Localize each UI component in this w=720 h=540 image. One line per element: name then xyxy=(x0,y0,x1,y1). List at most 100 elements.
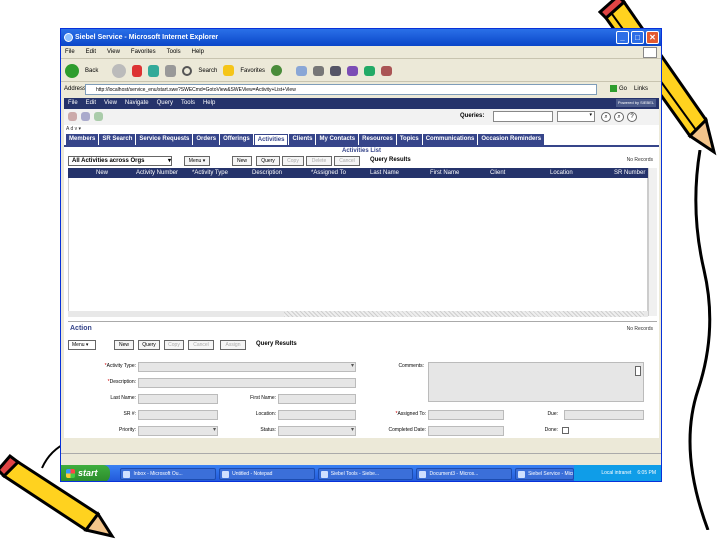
maximize-button[interactable]: □ xyxy=(631,31,644,44)
search-icon[interactable]: ⌕ xyxy=(614,112,624,122)
advanced-link[interactable]: A d v ▾ xyxy=(66,126,81,132)
app-menu-query[interactable]: Query xyxy=(157,98,173,109)
col-description[interactable]: Description xyxy=(252,168,282,178)
tab-activities[interactable]: Activities xyxy=(253,134,289,145)
done-checkbox[interactable] xyxy=(562,427,569,434)
col-assigned-to[interactable]: *Assigned To xyxy=(311,168,346,178)
scrollbar-thumb[interactable] xyxy=(284,311,644,317)
comments-field[interactable] xyxy=(428,362,644,402)
taskbar-item-notepad[interactable]: Untitled - Notepad xyxy=(219,467,315,480)
col-client[interactable]: Client xyxy=(490,168,505,178)
taskbar-item-document[interactable]: Document3 - Micros... xyxy=(416,467,513,480)
col-location[interactable]: Location xyxy=(550,168,573,178)
location-field[interactable] xyxy=(278,410,356,420)
page-horizontal-scrollbar[interactable] xyxy=(61,453,661,464)
priority-field[interactable] xyxy=(138,426,218,436)
address-input[interactable]: http://localhost/service_enu/start.swe?S… xyxy=(85,84,597,95)
list-cancel-button[interactable]: Cancel xyxy=(334,156,360,166)
form-cancel-button[interactable]: Cancel xyxy=(188,340,214,350)
col-new[interactable]: New xyxy=(96,168,108,178)
go-button[interactable]: Go xyxy=(610,84,627,95)
tab-service-requests[interactable]: Service Requests xyxy=(136,134,193,145)
completed-date-field[interactable] xyxy=(428,426,504,436)
query-input[interactable] xyxy=(493,111,553,122)
report-icon[interactable] xyxy=(94,112,103,121)
menu-favorites[interactable]: Favorites xyxy=(131,46,156,58)
home-icon[interactable] xyxy=(165,64,177,77)
favorites-label[interactable]: Favorites xyxy=(240,68,265,74)
tab-offerings[interactable]: Offerings xyxy=(220,134,253,145)
refresh-icon[interactable] xyxy=(148,64,160,77)
last-name-field[interactable] xyxy=(138,394,218,404)
tab-resources[interactable]: Resources xyxy=(359,134,396,145)
taskbar-item-inbox[interactable]: Inbox - Microsoft Ou... xyxy=(120,467,217,480)
start-button[interactable]: start xyxy=(61,465,111,481)
app-menu-tools[interactable]: Tools xyxy=(181,98,195,109)
favorites-star-icon[interactable] xyxy=(223,65,235,76)
tab-occasion-reminders[interactable]: Occasion Reminders xyxy=(478,134,545,145)
search-go-icon[interactable]: ⌕ xyxy=(601,112,611,122)
form-assign-button[interactable]: Assign xyxy=(220,340,246,350)
forward-arrow-icon[interactable] xyxy=(112,63,127,78)
print-icon[interactable] xyxy=(313,65,325,76)
menu-help[interactable]: Help xyxy=(192,46,204,58)
back-label[interactable]: Back xyxy=(85,68,98,74)
status-field[interactable] xyxy=(278,426,356,436)
col-activity-number[interactable]: Activity Number xyxy=(136,168,178,178)
links-label[interactable]: Links xyxy=(634,83,648,96)
close-button[interactable]: ✕ xyxy=(646,31,659,44)
back-arrow-icon[interactable] xyxy=(65,63,79,78)
form-new-button[interactable]: New xyxy=(114,340,134,350)
assigned-to-field[interactable] xyxy=(428,410,504,420)
col-activity-type[interactable]: *Activity Type xyxy=(192,168,228,178)
menu-file[interactable]: File xyxy=(65,46,75,58)
list-copy-button[interactable]: Copy xyxy=(282,156,304,166)
form-query-button[interactable]: Query xyxy=(138,340,160,350)
app-menu-edit[interactable]: Edit xyxy=(86,98,96,109)
first-name-field[interactable] xyxy=(278,394,356,404)
col-first-name[interactable]: First Name xyxy=(430,168,459,178)
activities-list-subtab[interactable]: Activities List xyxy=(64,145,659,154)
history-icon[interactable] xyxy=(271,65,283,76)
mail-icon[interactable] xyxy=(296,65,308,76)
menu-view[interactable]: View xyxy=(107,46,120,58)
taskbar-item-siebel-tools[interactable]: Siebel Tools - Siebe... xyxy=(317,467,414,480)
menu-tools[interactable]: Tools xyxy=(167,46,181,58)
tab-topics[interactable]: Topics xyxy=(396,134,422,145)
search-icon[interactable] xyxy=(182,65,193,76)
description-field[interactable] xyxy=(138,378,356,388)
home-icon[interactable] xyxy=(68,112,77,121)
tab-orders[interactable]: Orders xyxy=(193,134,220,145)
messenger-icon[interactable] xyxy=(364,65,376,76)
due-field[interactable] xyxy=(564,410,644,420)
visibility-select[interactable]: All Activities across Orgs ▾ xyxy=(68,156,172,166)
help-icon[interactable]: ? xyxy=(627,112,637,122)
tab-my-contacts[interactable]: My Contacts xyxy=(316,134,359,145)
comments-scroll-icon[interactable] xyxy=(635,366,641,376)
list-delete-button[interactable]: Delete xyxy=(306,156,332,166)
activity-type-field[interactable] xyxy=(138,362,356,372)
menu-edit[interactable]: Edit xyxy=(86,46,96,58)
research-icon[interactable] xyxy=(381,65,393,76)
tab-communications[interactable]: Communications xyxy=(422,134,478,145)
app-menu-navigate[interactable]: Navigate xyxy=(125,98,149,109)
sync-icon[interactable] xyxy=(81,112,90,121)
tab-clients[interactable]: Clients xyxy=(289,134,316,145)
app-menu-file[interactable]: File xyxy=(68,98,78,109)
tab-members[interactable]: Members xyxy=(66,134,99,145)
stop-icon[interactable] xyxy=(132,64,143,77)
app-menu-view[interactable]: View xyxy=(104,98,117,109)
form-menu-button[interactable]: Menu ▾ xyxy=(68,340,96,350)
sr-number-field[interactable] xyxy=(138,410,218,420)
list-new-button[interactable]: New xyxy=(232,156,252,166)
form-copy-button[interactable]: Copy xyxy=(164,340,184,350)
col-sr-number[interactable]: SR Number xyxy=(614,168,645,178)
edit-icon[interactable] xyxy=(330,65,342,76)
search-label[interactable]: Search xyxy=(198,68,217,74)
query-select[interactable]: ▾ xyxy=(557,111,595,122)
tab-sr-search[interactable]: SR Search xyxy=(99,134,136,145)
taskbar-item-siebel-service[interactable]: Siebel Service - Micr... xyxy=(515,467,575,480)
list-menu-button[interactable]: Menu ▾ xyxy=(184,156,210,166)
minimize-button[interactable]: _ xyxy=(616,31,629,44)
list-query-button[interactable]: Query xyxy=(256,156,280,166)
